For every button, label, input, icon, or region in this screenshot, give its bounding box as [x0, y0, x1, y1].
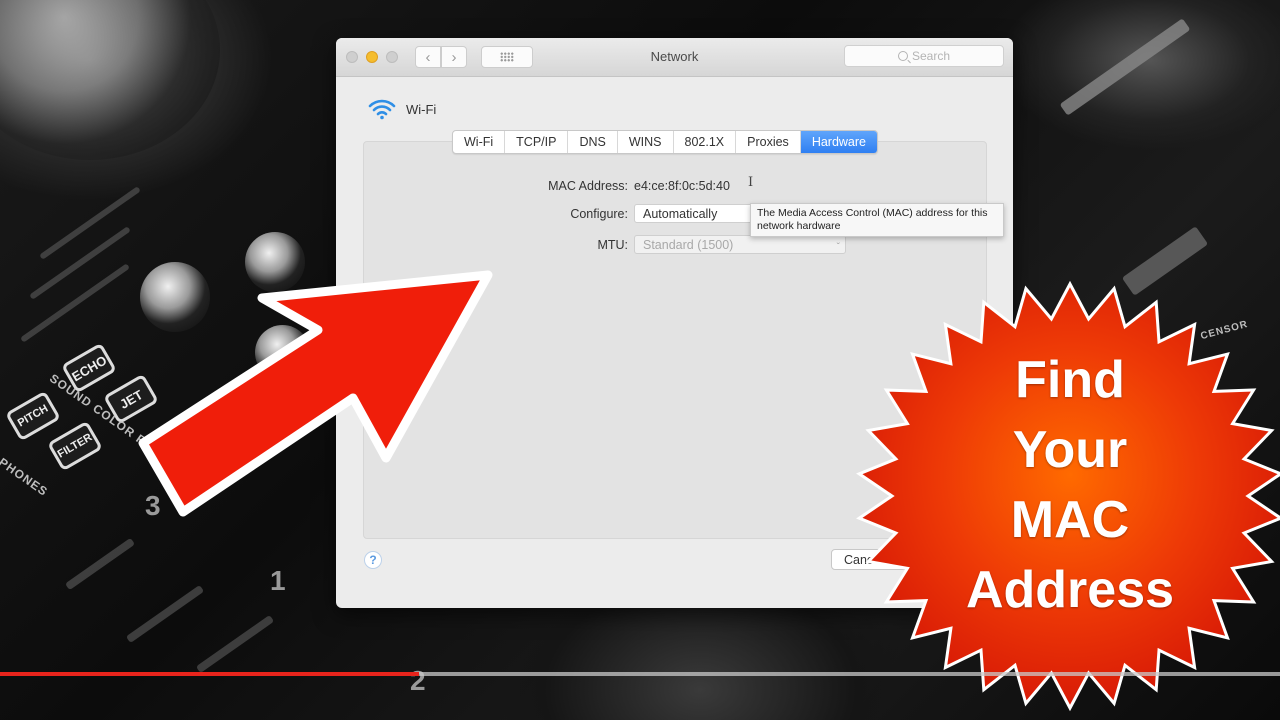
video-progress-bar[interactable] — [0, 672, 1280, 676]
badge-line: Your — [1012, 421, 1128, 479]
badge-line: MAC — [1010, 491, 1130, 549]
badge-line: Address — [965, 561, 1175, 619]
arrow-shape — [138, 270, 493, 517]
video-progress-fill — [0, 672, 419, 676]
badge-line: Find — [1015, 351, 1125, 409]
badge-text: Find Your MAC Address — [940, 345, 1200, 625]
